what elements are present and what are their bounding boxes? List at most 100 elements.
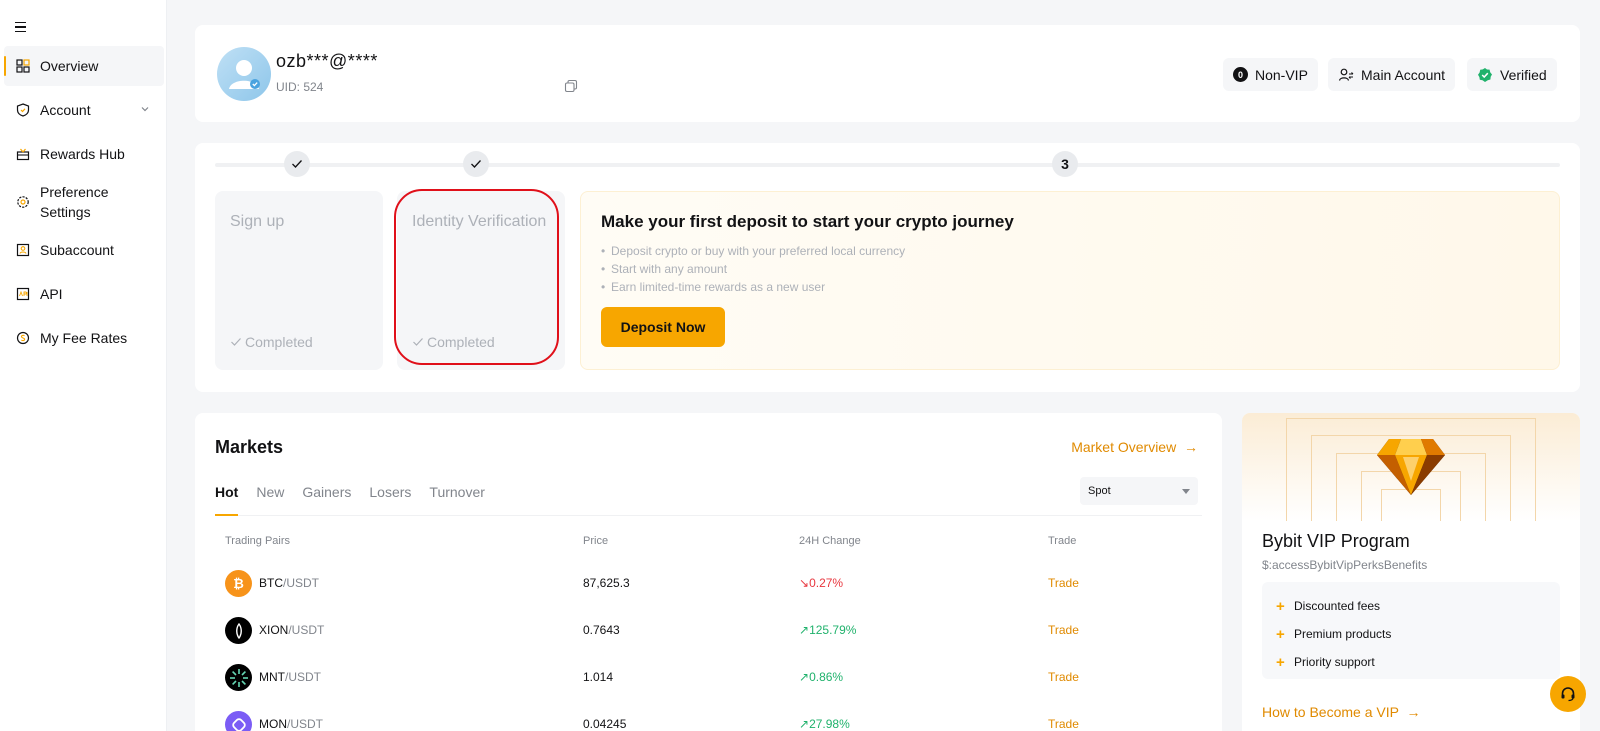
main-account-badge[interactable]: Main Account [1328, 58, 1456, 91]
sidebar-item-label: Account [40, 102, 91, 118]
step-2-check [463, 151, 489, 177]
btc-coin-icon: ₿ [225, 570, 252, 597]
step-title: Sign up [230, 213, 285, 230]
vip-perks-list: + Discounted fees + Premium products + Prio… [1262, 582, 1560, 679]
chevron-down-icon [141, 107, 149, 112]
vip-level-badge[interactable]: 0 Non-VIP [1223, 58, 1318, 91]
price: 0.7643 [583, 623, 620, 637]
step-title: Identity Verification [412, 213, 547, 230]
table-row[interactable]: ₿ BTC/USDT 87,625.3 ↘0.27% Trade [225, 563, 1185, 603]
price: 0.04245 [583, 717, 627, 731]
how-to-become-vip-link[interactable]: How to Become a VIP → [1262, 704, 1420, 720]
table-row[interactable]: XION/USDT 0.7643 ↗125.79% Trade [225, 610, 1185, 650]
deposit-bullet: Start with any amount [601, 260, 905, 278]
trading-pair: BTC/USDT [259, 576, 319, 590]
step-status-label: Completed [245, 334, 313, 350]
trading-pair: MNT/USDT [259, 670, 321, 684]
tab-losers[interactable]: Losers [369, 482, 411, 516]
sidebar-item-rewards-hub[interactable]: Rewards Hub [4, 134, 164, 174]
tab-gainers[interactable]: Gainers [302, 482, 351, 516]
market-type-value: Spot [1088, 485, 1111, 497]
vip-title: Bybit VIP Program [1262, 531, 1410, 551]
plus-icon: + [1276, 625, 1285, 643]
step-status-label: Completed [427, 334, 495, 350]
profile-card: ozb***@**** UID: 524 0 Non-VIP Main Acco… [195, 25, 1580, 122]
trade-link[interactable]: Trade [1048, 623, 1079, 637]
trading-pair: XION/USDT [259, 623, 325, 637]
hamburger-menu-icon[interactable] [15, 18, 31, 36]
sidebar-item-overview[interactable]: Overview [4, 46, 164, 86]
avatar[interactable] [217, 47, 271, 101]
switch-account-icon [1338, 68, 1354, 81]
gift-icon [16, 148, 30, 161]
deposit-title: Make your first deposit to start your cr… [601, 212, 1014, 231]
trading-pair: MON/USDT [259, 717, 323, 731]
how-to-become-vip-label: How to Become a VIP [1262, 704, 1399, 720]
list-item: + Premium products [1276, 625, 1392, 643]
sidebar-item-my-fee-rates[interactable]: My Fee Rates [4, 318, 164, 358]
column-header-trading-pairs: Trading Pairs [225, 535, 291, 547]
table-row[interactable]: MNT/USDT 1.014 ↗0.86% Trade [225, 657, 1185, 697]
vip-subtitle: $:accessBybitVipPerksBenefits [1262, 558, 1428, 572]
trade-link[interactable]: Trade [1048, 717, 1079, 731]
tab-new[interactable]: New [256, 482, 284, 516]
deposit-bullet: Deposit crypto or buy with your preferre… [601, 242, 905, 260]
vip-level-label: Non-VIP [1255, 66, 1308, 83]
markets-title: Markets [215, 437, 284, 457]
user-card-icon [16, 243, 30, 257]
change-percent: ↗125.79% [799, 623, 857, 637]
trade-link[interactable]: Trade [1048, 670, 1079, 684]
sidebar-item-label: Overview [40, 58, 99, 74]
sidebar-item-api[interactable]: API [4, 274, 164, 314]
sidebar-item-preference-settings[interactable]: Preference Settings [4, 178, 164, 226]
column-header-trade: Trade [1048, 535, 1077, 547]
table-row[interactable]: MON/USDT 0.04245 ↗27.98% Trade [225, 704, 1185, 731]
arrow-up-right-icon: ↗ [799, 717, 810, 731]
coin-icon [16, 331, 30, 345]
vip-program-card: Bybit VIP Program $:accessBybitVipPerksB… [1242, 413, 1580, 731]
arrow-right-icon: → [1402, 704, 1421, 720]
price: 87,625.3 [583, 576, 630, 590]
column-header-24h-change: 24H Change [799, 535, 861, 547]
step-status: Completed [412, 334, 495, 350]
check-icon [292, 160, 302, 168]
change-percent: ↘0.27% [799, 576, 844, 590]
sidebar-item-subaccount[interactable]: Subaccount [4, 230, 164, 270]
gear-icon [17, 196, 29, 208]
mon-coin-icon [225, 711, 252, 731]
tab-turnover[interactable]: Turnover [429, 482, 485, 516]
market-type-select[interactable]: Spot [1080, 477, 1198, 505]
main-account-label: Main Account [1361, 66, 1446, 83]
user-avatar-icon [229, 60, 260, 89]
xion-coin-icon [225, 617, 252, 644]
tab-hot[interactable]: Hot [215, 482, 239, 516]
markets-card: Markets Market Overview → Hot New Gainer… [195, 413, 1222, 731]
deposit-now-button[interactable]: Deposit Now [601, 307, 725, 347]
list-item: + Priority support [1276, 653, 1375, 671]
price: 1.014 [583, 670, 614, 684]
trade-link[interactable]: Trade [1048, 576, 1079, 590]
check-icon [471, 160, 481, 168]
onboarding-card: 3 Sign up Completed Identity Verificatio… [195, 143, 1580, 392]
copy-icon[interactable] [564, 79, 578, 93]
sidebar-item-label: API [40, 286, 63, 302]
step-3-number: 3 [1052, 151, 1078, 177]
column-header-price: Price [583, 535, 609, 547]
arrow-up-right-icon: ↗ [799, 670, 810, 684]
sidebar-item-account[interactable]: Account [4, 90, 164, 130]
market-overview-label: Market Overview [1071, 439, 1177, 455]
deposit-bullet-list: Deposit crypto or buy with your preferre… [601, 242, 905, 296]
mnt-coin-icon [225, 664, 252, 691]
api-icon [16, 287, 30, 301]
sidebar-item-label: Rewards Hub [40, 146, 125, 162]
user-uid: UID: 524 [276, 80, 324, 94]
vip-banner [1242, 413, 1580, 521]
verified-badge[interactable]: Verified [1467, 58, 1557, 91]
sidebar-item-label: Subaccount [40, 242, 114, 258]
market-tabs: Hot New Gainers Losers Turnover [215, 482, 1202, 516]
user-name: ozb***@**** [276, 51, 378, 71]
customer-support-button[interactable] [1550, 676, 1586, 712]
sidebar-nav: Overview Account Rewards Hub Preference … [4, 46, 164, 362]
caret-down-icon [1182, 488, 1190, 494]
market-overview-link[interactable]: Market Overview → [1071, 439, 1198, 455]
